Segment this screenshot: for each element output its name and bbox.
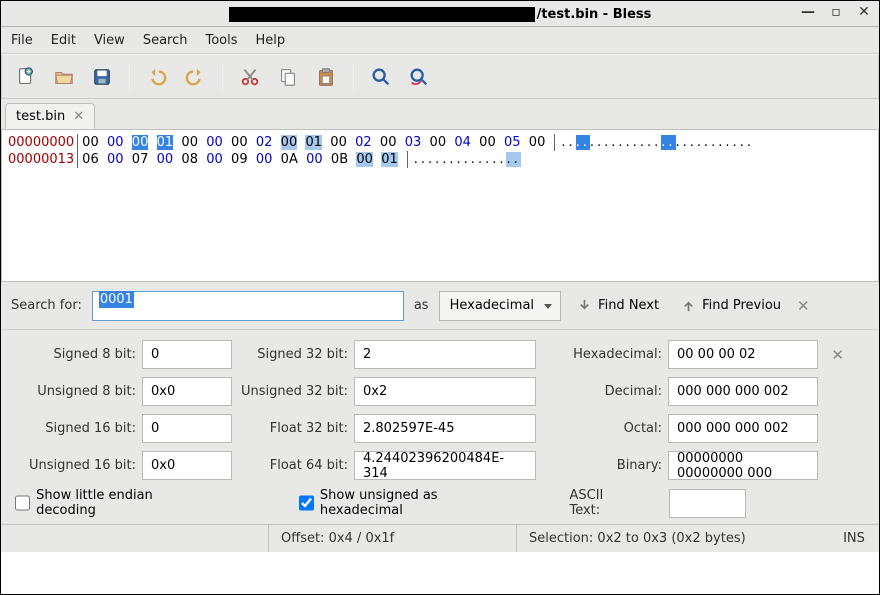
little-endian-input[interactable] xyxy=(15,495,30,511)
interp-label: Unsigned 8 bit: xyxy=(11,384,136,399)
title-redacted-path xyxy=(229,7,535,22)
tab-label: test.bin xyxy=(16,109,65,124)
toolbar-find-button[interactable] xyxy=(367,63,395,91)
interp-value-field[interactable]: 0x2 xyxy=(354,377,536,406)
search-close-button[interactable]: ✕ xyxy=(797,297,810,315)
interp-value-field[interactable]: 00 00 00 02 xyxy=(668,340,818,369)
little-endian-label: Show little endian decoding xyxy=(36,488,207,518)
copy-icon xyxy=(277,66,299,88)
new-document-icon xyxy=(15,66,37,88)
search-bar: Search for: 0001 as Hexadecimal Find Nex… xyxy=(1,282,879,330)
little-endian-checkbox[interactable]: Show little endian decoding xyxy=(15,488,207,518)
find-next-icon xyxy=(577,298,592,313)
toolbar-find-replace-button[interactable] xyxy=(405,63,433,91)
interp-label: Hexadecimal: xyxy=(542,347,662,362)
window-title-bar: /test.bin - Bless — ▫ ✕ xyxy=(1,1,879,27)
find-next-button[interactable]: Find Next xyxy=(571,291,665,321)
menu-file[interactable]: File xyxy=(11,33,33,48)
search-label: Search for: xyxy=(11,298,82,313)
find-next-label: Find Next xyxy=(598,298,659,313)
toolbar-cut-button[interactable] xyxy=(236,63,264,91)
interp-value-field[interactable]: 4.24402396200484E-314 xyxy=(354,451,536,480)
ascii-text-field[interactable] xyxy=(669,489,747,518)
search-format-value: Hexadecimal xyxy=(450,298,534,313)
find-prev-label: Find Previou xyxy=(702,298,781,313)
search-input-text: 0001 xyxy=(99,291,134,308)
interp-value-field[interactable]: 0x0 xyxy=(142,377,232,406)
hex-offset: 00000000 xyxy=(8,134,74,151)
interpretation-panel: Signed 8 bit: 0 Signed 32 bit: 2 Hexadecimal… xyxy=(1,330,879,524)
window-title-suffix: /test.bin - Bless xyxy=(537,7,652,22)
find-prev-icon xyxy=(681,298,696,313)
interp-label: Float 64 bit: xyxy=(238,458,348,473)
toolbar-open-button[interactable] xyxy=(50,63,78,91)
interp-label: Binary: xyxy=(542,458,662,473)
interp-value-field[interactable]: 0 xyxy=(142,340,232,369)
hex-ascii[interactable]: ............... xyxy=(407,151,521,168)
interp-value-field[interactable]: 00000000 00000000 000 xyxy=(668,451,818,480)
toolbar-paste-button[interactable] xyxy=(312,63,340,91)
redo-icon xyxy=(184,66,206,88)
unsigned-hex-checkbox[interactable]: Show unsigned as hexadecimal xyxy=(299,488,514,518)
cut-icon xyxy=(239,66,261,88)
undo-icon xyxy=(146,66,168,88)
interp-value-field[interactable]: 000 000 000 002 xyxy=(668,414,818,443)
interp-label: Unsigned 32 bit: xyxy=(238,384,348,399)
menu-search[interactable]: Search xyxy=(143,33,188,48)
toolbar-copy-button[interactable] xyxy=(274,63,302,91)
interp-value-field[interactable]: 2 xyxy=(354,340,536,369)
interp-label: Signed 16 bit: xyxy=(11,421,136,436)
tab-bar: test.bin ✕ xyxy=(1,99,879,129)
ascii-label: ASCII Text: xyxy=(569,488,634,518)
interp-value-field[interactable]: 0 xyxy=(142,414,232,443)
interp-label: Unsigned 16 bit: xyxy=(11,458,136,473)
interp-value-field[interactable]: 000 000 000 002 xyxy=(668,377,818,406)
toolbar xyxy=(1,54,879,99)
window-minimize-button[interactable]: — xyxy=(801,5,815,19)
toolbar-undo-button[interactable] xyxy=(143,63,171,91)
menu-edit[interactable]: Edit xyxy=(51,33,76,48)
menu-view[interactable]: View xyxy=(94,33,125,48)
window-title: /test.bin - Bless xyxy=(229,6,652,22)
status-insert-mode[interactable]: INS xyxy=(829,531,879,546)
search-input[interactable]: 0001 xyxy=(92,291,404,321)
find-replace-icon xyxy=(408,66,430,88)
interp-label: Signed 32 bit: xyxy=(238,347,348,362)
status-bar: Offset: 0x4 / 0x1f Selection: 0x2 to 0x3… xyxy=(1,524,879,552)
status-selection: Selection: 0x2 to 0x3 (0x2 bytes) xyxy=(517,531,829,546)
interp-value-field[interactable]: 2.802597E-45 xyxy=(354,414,536,443)
tab-file[interactable]: test.bin ✕ xyxy=(5,103,95,129)
save-icon xyxy=(91,66,113,88)
unsigned-hex-label: Show unsigned as hexadecimal xyxy=(320,488,514,518)
status-offset: Offset: 0x4 / 0x1f xyxy=(269,525,517,552)
hex-bytes[interactable]: 06 00 07 00 08 00 09 00 0A 00 0B 00 01 xyxy=(77,151,398,168)
menu-tools[interactable]: Tools xyxy=(205,33,237,48)
window-close-button[interactable]: ✕ xyxy=(857,5,871,19)
open-folder-icon xyxy=(53,66,75,88)
paste-icon xyxy=(315,66,337,88)
find-icon xyxy=(370,66,392,88)
tab-close-button[interactable]: ✕ xyxy=(73,109,84,124)
interp-close-button[interactable]: ✕ xyxy=(831,346,844,364)
interp-label: Octal: xyxy=(542,421,662,436)
unsigned-hex-input[interactable] xyxy=(299,495,314,511)
find-prev-button[interactable]: Find Previou xyxy=(675,291,787,321)
interp-label: Float 32 bit: xyxy=(238,421,348,436)
toolbar-redo-button[interactable] xyxy=(181,63,209,91)
window-maximize-button[interactable]: ▫ xyxy=(829,5,843,19)
hex-viewer[interactable]: 0000000000 00 00 01 00 00 00 02 00 01 00… xyxy=(1,129,879,282)
toolbar-new-button[interactable] xyxy=(12,63,40,91)
search-format-combo[interactable]: Hexadecimal xyxy=(439,291,561,321)
hex-offset: 00000013 xyxy=(8,151,74,168)
hex-ascii[interactable]: ........................... xyxy=(554,134,754,151)
interp-label: Signed 8 bit: xyxy=(11,347,136,362)
interp-value-field[interactable]: 0x0 xyxy=(142,451,232,480)
menu-bar: File Edit View Search Tools Help xyxy=(1,27,879,54)
hex-bytes[interactable]: 00 00 00 01 00 00 00 02 00 01 00 02 00 0… xyxy=(77,134,545,151)
search-as-label: as xyxy=(414,298,429,313)
interp-label: Decimal: xyxy=(542,384,662,399)
toolbar-save-button[interactable] xyxy=(88,63,116,91)
menu-help[interactable]: Help xyxy=(256,33,286,48)
